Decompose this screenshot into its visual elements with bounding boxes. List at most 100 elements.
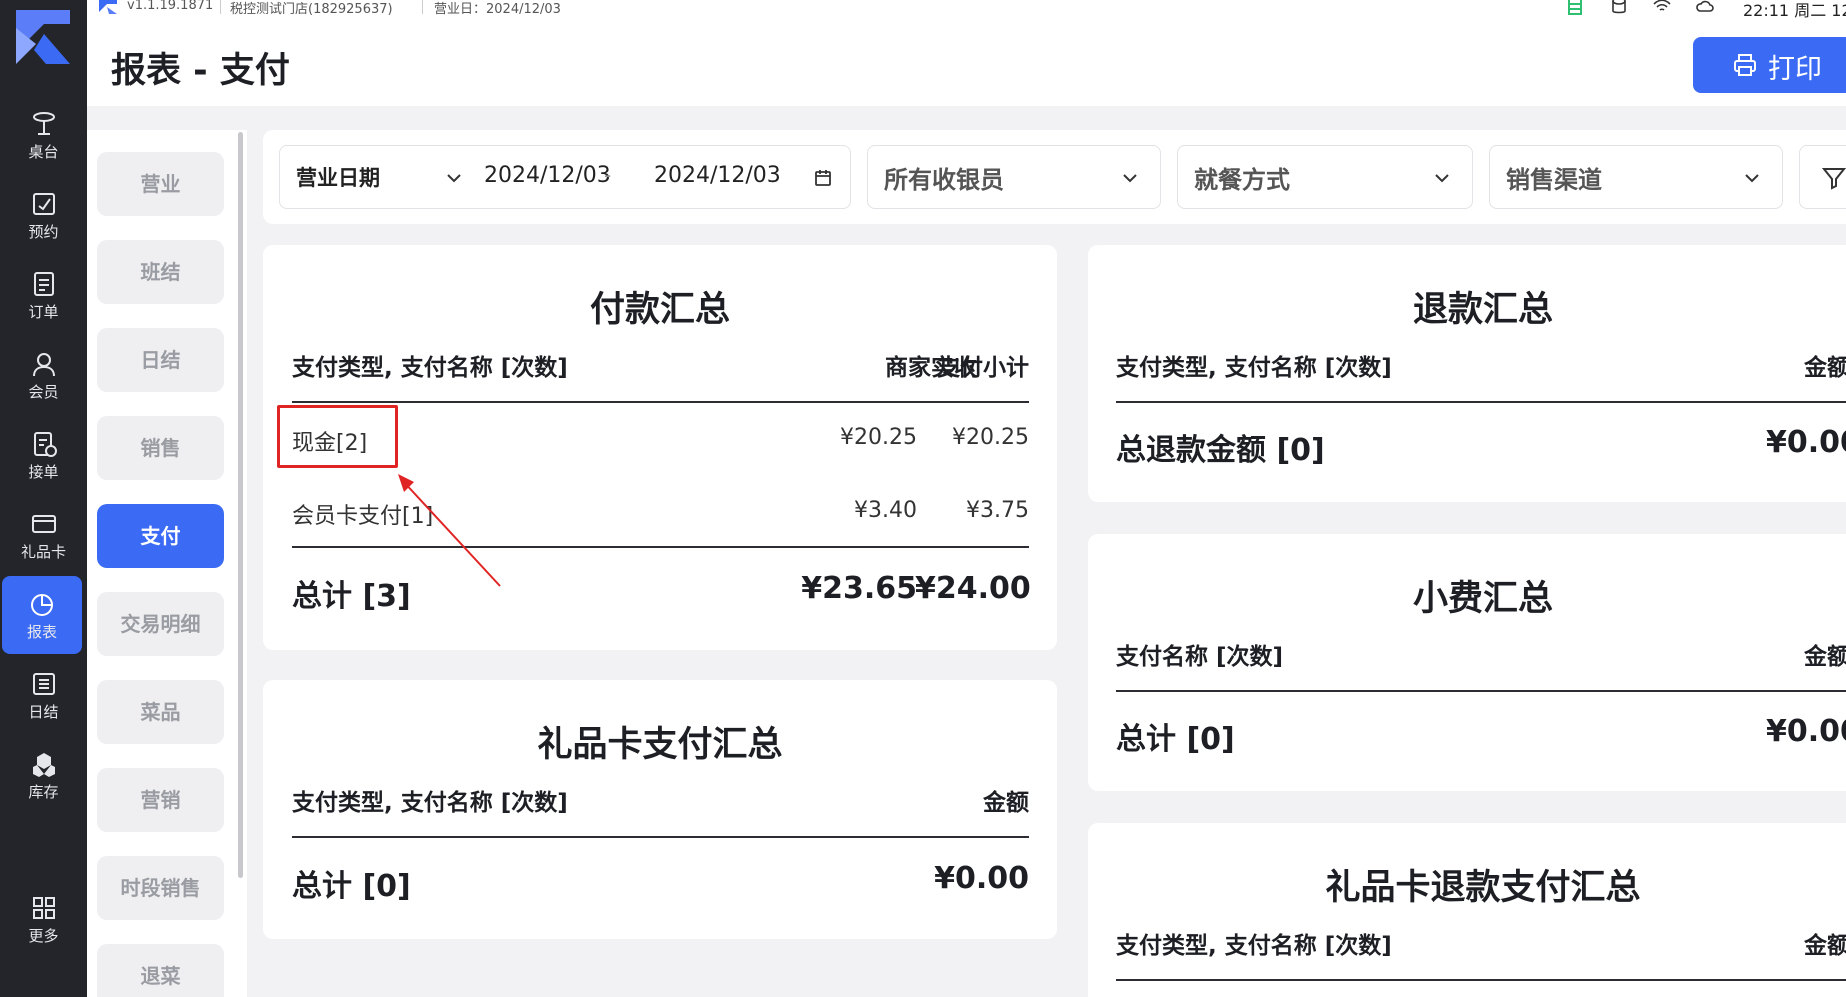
- rail-item-more[interactable]: 更多: [0, 880, 87, 958]
- header-rule: [1116, 690, 1846, 692]
- col-header-amount: 金额: [1804, 355, 1846, 381]
- gift-card-icon: [31, 515, 56, 533]
- main-rail: 桌台 预约 订单 会员 接单 礼品卡 报表 日结 库存 更多: [0, 0, 87, 997]
- filter-icon: [1822, 168, 1846, 190]
- col-header-subtotal: 支付小计: [937, 355, 1029, 381]
- page-header: 报表 - 支付 打印: [87, 26, 1846, 106]
- total-amount: ¥0.00: [934, 861, 1029, 896]
- printer-icon: [1734, 54, 1756, 76]
- rail-label: 礼品卡: [20, 543, 66, 561]
- col-header-payment-type: 支付类型, 支付名称 [次数]: [1116, 355, 1392, 381]
- subnav-returned-dishes[interactable]: 退菜: [97, 944, 224, 997]
- payment-received: ¥3.40: [854, 498, 917, 523]
- rail-item-daily-close[interactable]: 日结: [0, 656, 87, 734]
- col-header-amount: 金额: [1804, 933, 1846, 959]
- divider: [220, 0, 221, 14]
- rail-item-reservations[interactable]: 预约: [0, 176, 87, 254]
- col-header-payment-type: 支付类型, 支付名称 [次数]: [292, 355, 568, 381]
- rail-label: 库存: [28, 783, 59, 801]
- giftcard-refund-summary-title: 礼品卡退款支付汇总: [1325, 868, 1641, 908]
- total-amount: ¥0.00: [1766, 714, 1846, 749]
- subnav-period-sales[interactable]: 时段销售: [97, 856, 224, 920]
- giftcard-summary-title: 礼品卡支付汇总: [537, 725, 783, 765]
- rail-label: 日结: [28, 703, 59, 721]
- status-bar: v1.1.19.1871 税控测试门店(182925637) 营业日：2024/…: [87, 0, 1846, 26]
- wifi-icon: [1653, 0, 1671, 11]
- reservation-icon: [32, 193, 55, 215]
- filter-bar: 营业日期 2024/12/03 - 2024/12/03 所有收银员 就餐方式 …: [263, 130, 1846, 224]
- rail-item-orders[interactable]: 订单: [0, 256, 87, 334]
- tip-summary-card: 小费汇总 支付名称 [次数] 金额 总计 [0] ¥0.00: [1088, 534, 1846, 791]
- subnav-payment[interactable]: 支付: [97, 504, 224, 568]
- subnav-marketing[interactable]: 营销: [97, 768, 224, 832]
- print-button[interactable]: 打印: [1693, 37, 1846, 93]
- rail-label: 报表: [26, 623, 57, 641]
- date-end[interactable]: 2024/12/03: [654, 163, 781, 188]
- date-type-label: 营业日期: [296, 166, 380, 190]
- annotation-highlight-box: [277, 405, 398, 468]
- cashier-filter[interactable]: 所有收银员: [867, 145, 1161, 209]
- date-range-filter[interactable]: 营业日期 2024/12/03 - 2024/12/03: [279, 145, 851, 209]
- rail-label: 更多: [28, 927, 59, 945]
- subnav-shift[interactable]: 班结: [97, 240, 224, 304]
- rail-item-reports[interactable]: 报表: [2, 576, 82, 654]
- subnav-sales[interactable]: 销售: [97, 416, 224, 480]
- filter-button[interactable]: [1799, 145, 1846, 209]
- total-label: 总退款金额 [0]: [1116, 433, 1325, 468]
- rail-item-gift-cards[interactable]: 礼品卡: [0, 496, 87, 574]
- sales-channel-filter[interactable]: 销售渠道: [1489, 145, 1783, 209]
- subnav-business[interactable]: 营业: [97, 152, 224, 216]
- subnav-daily[interactable]: 日结: [97, 328, 224, 392]
- subnav-scrollbar[interactable]: [238, 132, 243, 878]
- col-header-payment-type: 支付类型, 支付名称 [次数]: [292, 790, 568, 816]
- inventory-icon: [32, 753, 55, 777]
- col-header-payment-name: 支付名称 [次数]: [1116, 644, 1284, 670]
- rail-label: 接单: [28, 463, 59, 481]
- total-subtotal: ¥24.00: [915, 571, 1031, 606]
- dining-value: 就餐方式: [1194, 166, 1290, 194]
- total-label: 总计 [0]: [1116, 722, 1235, 757]
- rail-item-tables[interactable]: 桌台: [0, 96, 87, 174]
- rail-label: 会员: [28, 383, 59, 401]
- version-text: v1.1.19.1871: [127, 0, 214, 13]
- store-name: 税控测试门店(182925637): [230, 2, 393, 17]
- rail-label: 预约: [28, 223, 59, 241]
- rail-item-accept-orders[interactable]: 接单: [0, 416, 87, 494]
- rail-label: 订单: [28, 303, 59, 321]
- rail-label: 桌台: [28, 143, 59, 161]
- col-header-payment-type: 支付类型, 支付名称 [次数]: [1116, 933, 1392, 959]
- col-header-amount: 金额: [983, 790, 1029, 816]
- col-header-amount: 金额: [1804, 644, 1846, 670]
- giftcard-refund-summary-card: 礼品卡退款支付汇总 支付类型, 支付名称 [次数] 金额: [1088, 823, 1846, 997]
- rail-item-members[interactable]: 会员: [0, 336, 87, 414]
- report-subnav: 营业 班结 日结 销售 支付 交易明细 菜品 营销 时段销售 退菜: [87, 130, 247, 997]
- order-icon: [33, 272, 54, 296]
- clock: 22:11 周二 12: [1743, 1, 1846, 20]
- tip-summary-title: 小费汇总: [1412, 579, 1553, 619]
- mini-logo-icon: [99, 0, 117, 14]
- header-rule: [292, 836, 1029, 838]
- total-received: ¥23.65: [801, 571, 917, 606]
- dining-method-filter[interactable]: 就餐方式: [1177, 145, 1473, 209]
- calendar-icon[interactable]: [813, 168, 833, 188]
- member-icon: [32, 353, 55, 377]
- payment-summary-title: 付款汇总: [589, 290, 730, 330]
- print-label: 打印: [1768, 54, 1822, 85]
- header-rule: [292, 401, 1029, 403]
- date-start[interactable]: 2024/12/03: [484, 163, 611, 188]
- chevron-down-icon: [1123, 174, 1137, 183]
- payment-subtotal: ¥20.25: [952, 425, 1029, 450]
- database-icon: [1612, 0, 1626, 14]
- subnav-transactions[interactable]: 交易明细: [97, 592, 224, 656]
- annotation-arrow: [398, 474, 501, 587]
- daily-close-icon: [32, 673, 55, 695]
- payment-subtotal: ¥3.75: [966, 498, 1029, 523]
- business-day: 营业日：2024/12/03: [434, 2, 561, 17]
- total-amount: ¥0.00: [1766, 425, 1846, 460]
- rail-item-inventory[interactable]: 库存: [0, 736, 87, 814]
- app-logo: [16, 10, 70, 64]
- chevron-down-icon: [447, 174, 461, 183]
- report-icon: [31, 594, 53, 616]
- page-title: 报表 - 支付: [111, 51, 290, 91]
- subnav-dishes[interactable]: 菜品: [97, 680, 224, 744]
